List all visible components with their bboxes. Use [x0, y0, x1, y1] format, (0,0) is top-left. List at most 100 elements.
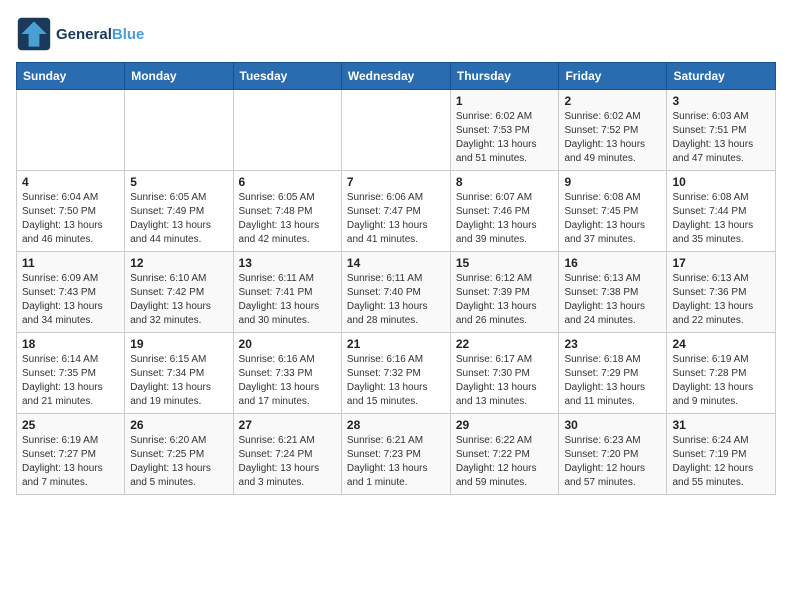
- day-number: 20: [239, 337, 336, 351]
- day-number: 22: [456, 337, 554, 351]
- calendar-cell: 24Sunrise: 6:19 AM Sunset: 7:28 PM Dayli…: [667, 333, 776, 414]
- day-info: Sunrise: 6:02 AM Sunset: 7:53 PM Dayligh…: [456, 110, 554, 166]
- day-info: Sunrise: 6:09 AM Sunset: 7:43 PM Dayligh…: [22, 272, 119, 328]
- calendar-cell: [233, 90, 341, 171]
- day-info: Sunrise: 6:16 AM Sunset: 7:33 PM Dayligh…: [239, 353, 336, 409]
- day-info: Sunrise: 6:14 AM Sunset: 7:35 PM Dayligh…: [22, 353, 119, 409]
- calendar-week-row: 25 Sunrise: 6:19 AM Sunset: 7:27 PM Dayli…: [17, 414, 776, 495]
- day-number: 18: [22, 337, 119, 351]
- day-number: 24: [672, 337, 770, 351]
- day-number: 21: [347, 337, 445, 351]
- day-info: Sunrise: 6:19 AM Sunset: 7:27 PM Dayligh…: [22, 434, 119, 490]
- day-info: Sunrise: 6:12 AM Sunset: 7:39 PM Dayligh…: [456, 272, 554, 328]
- day-number: 3: [672, 94, 770, 108]
- calendar-cell: 27 Sunrise: 6:21 AM Sunset: 7:24 PM Dayli…: [233, 414, 341, 495]
- calendar-cell: 13 Sunrise: 6:11 AM Sunset: 7:41 PM Dayli…: [233, 252, 341, 333]
- calendar-cell: [125, 90, 233, 171]
- calendar-cell: 23 Sunrise: 6:18 AM Sunset: 7:29 PM Dayli…: [559, 333, 667, 414]
- calendar-cell: 22 Sunrise: 6:17 AM Sunset: 7:30 PM Dayli…: [450, 333, 559, 414]
- calendar-cell: 16 Sunrise: 6:13 AM Sunset: 7:38 PM Dayli…: [559, 252, 667, 333]
- calendar-cell: 11 Sunrise: 6:09 AM Sunset: 7:43 PM Dayli…: [17, 252, 125, 333]
- day-info: Sunrise: 6:03 AM Sunset: 7:51 PM Dayligh…: [672, 110, 770, 166]
- day-number: 19: [130, 337, 227, 351]
- calendar-cell: 9 Sunrise: 6:08 AM Sunset: 7:45 PM Daylig…: [559, 171, 667, 252]
- day-of-week-header: Thursday: [450, 63, 559, 90]
- day-of-week-header: Friday: [559, 63, 667, 90]
- page-header: GeneralBlue: [16, 16, 776, 52]
- day-number: 27: [239, 418, 336, 432]
- day-number: 16: [564, 256, 661, 270]
- calendar-cell: 3 Sunrise: 6:03 AM Sunset: 7:51 PM Daylig…: [667, 90, 776, 171]
- day-number: 28: [347, 418, 445, 432]
- day-number: 11: [22, 256, 119, 270]
- day-info: Sunrise: 6:06 AM Sunset: 7:47 PM Dayligh…: [347, 191, 445, 247]
- calendar-cell: 17 Sunrise: 6:13 AM Sunset: 7:36 PM Dayli…: [667, 252, 776, 333]
- day-info: Sunrise: 6:13 AM Sunset: 7:38 PM Dayligh…: [564, 272, 661, 328]
- logo: GeneralBlue: [16, 16, 144, 52]
- calendar-cell: 26 Sunrise: 6:20 AM Sunset: 7:25 PM Dayli…: [125, 414, 233, 495]
- day-info: Sunrise: 6:04 AM Sunset: 7:50 PM Dayligh…: [22, 191, 119, 247]
- calendar-body: 1 Sunrise: 6:02 AM Sunset: 7:53 PM Daylig…: [17, 90, 776, 495]
- day-info: Sunrise: 6:08 AM Sunset: 7:45 PM Dayligh…: [564, 191, 661, 247]
- day-number: 8: [456, 175, 554, 189]
- day-number: 15: [456, 256, 554, 270]
- day-info: Sunrise: 6:10 AM Sunset: 7:42 PM Dayligh…: [130, 272, 227, 328]
- day-of-week-header: Monday: [125, 63, 233, 90]
- day-info: Sunrise: 6:21 AM Sunset: 7:24 PM Dayligh…: [239, 434, 336, 490]
- day-of-week-header: Tuesday: [233, 63, 341, 90]
- calendar-cell: 18 Sunrise: 6:14 AM Sunset: 7:35 PM Dayli…: [17, 333, 125, 414]
- day-number: 7: [347, 175, 445, 189]
- calendar-cell: 30Sunrise: 6:23 AM Sunset: 7:20 PM Dayli…: [559, 414, 667, 495]
- day-of-week-header: Wednesday: [341, 63, 450, 90]
- calendar-cell: 14 Sunrise: 6:11 AM Sunset: 7:40 PM Dayli…: [341, 252, 450, 333]
- calendar-cell: 29Sunrise: 6:22 AM Sunset: 7:22 PM Dayli…: [450, 414, 559, 495]
- day-info: Sunrise: 6:24 AM Sunset: 7:19 PM Dayligh…: [672, 434, 770, 490]
- day-number: 1: [456, 94, 554, 108]
- calendar-cell: 6Sunrise: 6:05 AM Sunset: 7:48 PM Daylig…: [233, 171, 341, 252]
- day-number: 25: [22, 418, 119, 432]
- day-number: 2: [564, 94, 661, 108]
- day-number: 26: [130, 418, 227, 432]
- day-number: 5: [130, 175, 227, 189]
- day-info: Sunrise: 6:16 AM Sunset: 7:32 PM Dayligh…: [347, 353, 445, 409]
- day-of-week-header: Saturday: [667, 63, 776, 90]
- day-info: Sunrise: 6:15 AM Sunset: 7:34 PM Dayligh…: [130, 353, 227, 409]
- day-of-week-header: Sunday: [17, 63, 125, 90]
- day-number: 10: [672, 175, 770, 189]
- day-info: Sunrise: 6:11 AM Sunset: 7:40 PM Dayligh…: [347, 272, 445, 328]
- day-number: 13: [239, 256, 336, 270]
- calendar-cell: 31Sunrise: 6:24 AM Sunset: 7:19 PM Dayli…: [667, 414, 776, 495]
- calendar-cell: 28 Sunrise: 6:21 AM Sunset: 7:23 PM Dayli…: [341, 414, 450, 495]
- calendar-cell: 20 Sunrise: 6:16 AM Sunset: 7:33 PM Dayli…: [233, 333, 341, 414]
- day-number: 12: [130, 256, 227, 270]
- day-info: Sunrise: 6:23 AM Sunset: 7:20 PM Dayligh…: [564, 434, 661, 490]
- day-info: Sunrise: 6:21 AM Sunset: 7:23 PM Dayligh…: [347, 434, 445, 490]
- day-info: Sunrise: 6:20 AM Sunset: 7:25 PM Dayligh…: [130, 434, 227, 490]
- day-number: 4: [22, 175, 119, 189]
- calendar-cell: 10 Sunrise: 6:08 AM Sunset: 7:44 PM Dayli…: [667, 171, 776, 252]
- calendar-cell: 19 Sunrise: 6:15 AM Sunset: 7:34 PM Dayli…: [125, 333, 233, 414]
- day-info: Sunrise: 6:08 AM Sunset: 7:44 PM Dayligh…: [672, 191, 770, 247]
- calendar-cell: 5Sunrise: 6:05 AM Sunset: 7:49 PM Daylig…: [125, 171, 233, 252]
- calendar-cell: 21 Sunrise: 6:16 AM Sunset: 7:32 PM Dayli…: [341, 333, 450, 414]
- calendar-week-row: 1 Sunrise: 6:02 AM Sunset: 7:53 PM Daylig…: [17, 90, 776, 171]
- calendar-cell: [17, 90, 125, 171]
- day-number: 9: [564, 175, 661, 189]
- calendar-cell: 8Sunrise: 6:07 AM Sunset: 7:46 PM Daylig…: [450, 171, 559, 252]
- day-number: 23: [564, 337, 661, 351]
- day-info: Sunrise: 6:11 AM Sunset: 7:41 PM Dayligh…: [239, 272, 336, 328]
- day-info: Sunrise: 6:22 AM Sunset: 7:22 PM Dayligh…: [456, 434, 554, 490]
- day-info: Sunrise: 6:02 AM Sunset: 7:52 PM Dayligh…: [564, 110, 661, 166]
- day-info: Sunrise: 6:18 AM Sunset: 7:29 PM Dayligh…: [564, 353, 661, 409]
- day-number: 17: [672, 256, 770, 270]
- calendar-week-row: 18 Sunrise: 6:14 AM Sunset: 7:35 PM Dayli…: [17, 333, 776, 414]
- calendar-cell: 4 Sunrise: 6:04 AM Sunset: 7:50 PM Daylig…: [17, 171, 125, 252]
- calendar-cell: 12 Sunrise: 6:10 AM Sunset: 7:42 PM Dayli…: [125, 252, 233, 333]
- days-of-week-row: SundayMondayTuesdayWednesdayThursdayFrid…: [17, 63, 776, 90]
- day-number: 14: [347, 256, 445, 270]
- calendar-cell: 1 Sunrise: 6:02 AM Sunset: 7:53 PM Daylig…: [450, 90, 559, 171]
- calendar-cell: 15 Sunrise: 6:12 AM Sunset: 7:39 PM Dayli…: [450, 252, 559, 333]
- calendar-cell: 2 Sunrise: 6:02 AM Sunset: 7:52 PM Daylig…: [559, 90, 667, 171]
- day-info: Sunrise: 6:13 AM Sunset: 7:36 PM Dayligh…: [672, 272, 770, 328]
- day-info: Sunrise: 6:17 AM Sunset: 7:30 PM Dayligh…: [456, 353, 554, 409]
